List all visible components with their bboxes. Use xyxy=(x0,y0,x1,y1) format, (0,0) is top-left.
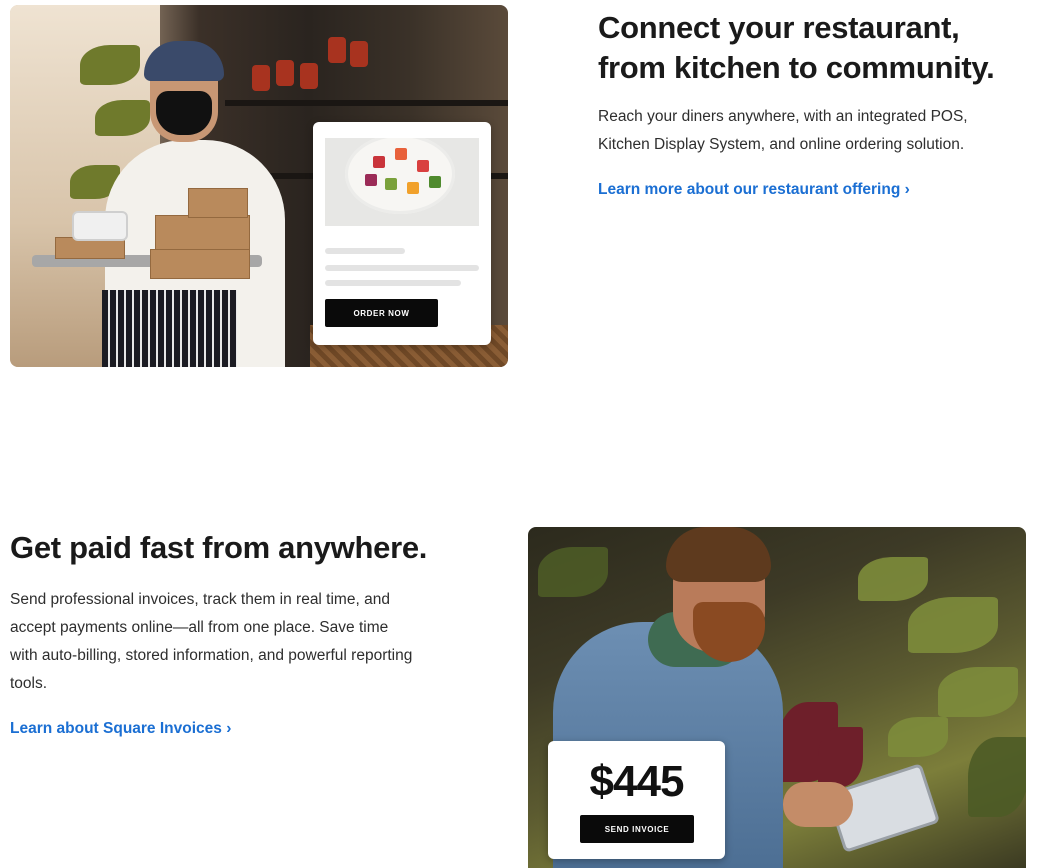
placeholder-line xyxy=(325,248,405,254)
invoices-text-block: Get paid fast from anywhere. Send profes… xyxy=(10,528,450,738)
order-now-button[interactable]: ORDER NOW xyxy=(325,299,438,327)
placeholder-line xyxy=(325,265,479,271)
online-order-card: ORDER NOW xyxy=(313,122,491,345)
restaurant-heading-line1: Connect your restaurant, xyxy=(598,10,960,45)
invoices-description: Send professional invoices, track them i… xyxy=(10,591,413,692)
placeholder-line xyxy=(325,280,461,286)
invoice-card: $445 SEND INVOICE xyxy=(548,741,725,859)
invoices-heading: Get paid fast from anywhere. xyxy=(10,530,428,565)
food-image xyxy=(325,138,479,226)
restaurant-heading-line2: from kitchen to community. xyxy=(598,50,995,85)
restaurant-description: Reach your diners anywhere, with an inte… xyxy=(598,108,968,153)
send-invoice-button[interactable]: SEND INVOICE xyxy=(580,815,694,843)
square-invoices-link[interactable]: Learn about Square Invoices › xyxy=(10,720,231,738)
restaurant-offering-link[interactable]: Learn more about our restaurant offering… xyxy=(598,181,910,199)
restaurant-text-block: Connect your restaurant, from kitchen to… xyxy=(598,8,1028,199)
restaurant-photo: ORDER NOW xyxy=(10,5,508,367)
invoice-amount: $445 xyxy=(589,757,685,806)
restaurant-heading: Connect your restaurant, from kitchen to… xyxy=(598,8,1028,88)
